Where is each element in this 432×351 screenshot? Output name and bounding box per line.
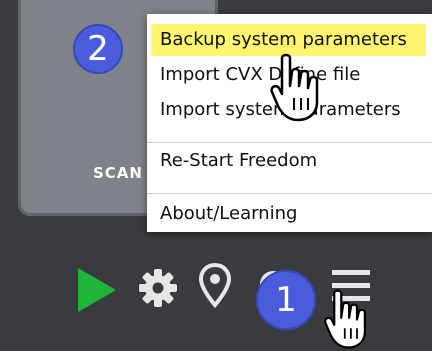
play-icon[interactable] — [74, 266, 120, 314]
menu-separator — [147, 142, 432, 143]
menu-separator — [147, 193, 432, 194]
step-1-badge: 1 — [256, 270, 316, 330]
menu-item-about-learning[interactable]: About/Learning — [151, 198, 426, 230]
scan-label: SCAN — [93, 164, 143, 182]
menu-item-restart-freedom[interactable]: Re-Start Freedom — [151, 145, 426, 177]
location-pin-icon[interactable] — [198, 262, 232, 308]
hand-cursor-icon — [270, 53, 319, 122]
hand-cursor-icon — [324, 289, 366, 349]
step-2-badge: 2 — [73, 24, 123, 74]
gear-icon[interactable] — [138, 268, 178, 308]
